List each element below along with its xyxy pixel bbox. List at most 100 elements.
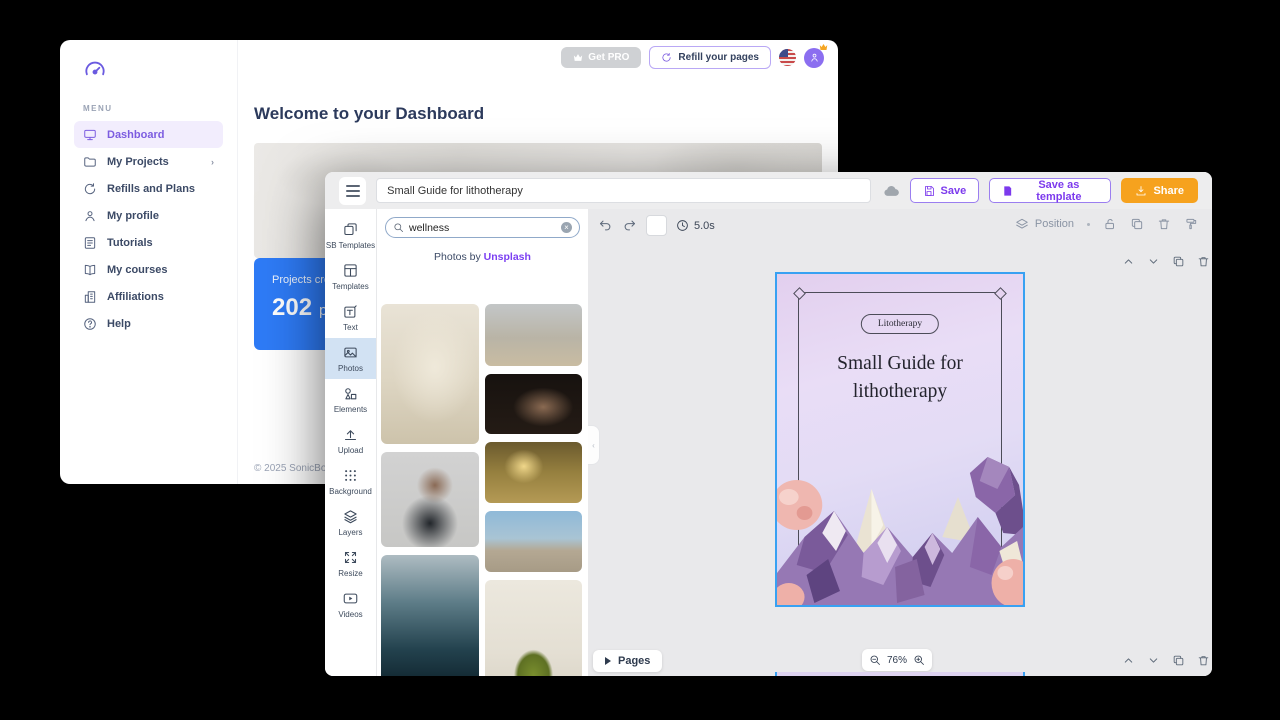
rail-item-videos[interactable]: Videos [325, 584, 376, 625]
sidebar-item-help[interactable]: Help [74, 310, 223, 337]
photos-icon [343, 345, 358, 360]
photos-attribution: Photos by Unsplash [377, 251, 588, 263]
duplicate-icon[interactable] [1130, 217, 1144, 231]
editor-canvas: 5.0s Position [588, 209, 1212, 676]
elements-icon [343, 386, 358, 401]
play-icon [605, 657, 611, 665]
delete-page-icon[interactable] [1197, 654, 1210, 667]
editor-window: Save Save as template Share SB Templates [325, 172, 1212, 676]
unsplash-link[interactable]: Unsplash [484, 251, 531, 263]
text-icon [343, 304, 358, 319]
cloud-sync-icon [883, 184, 900, 197]
photo-results-grid [381, 304, 584, 676]
divider-dot [1087, 223, 1090, 226]
move-page-down-icon[interactable] [1147, 654, 1160, 667]
sidebar-item-refills-and-plans[interactable]: Refills and Plans [74, 175, 223, 202]
redo-icon[interactable] [622, 218, 637, 233]
sidebar-item-tutorials[interactable]: Tutorials [74, 229, 223, 256]
screen: MENU Dashboard My Projects › Refills and… [0, 0, 1280, 720]
share-button[interactable]: Share [1121, 178, 1198, 203]
undo-icon[interactable] [598, 218, 613, 233]
save-as-template-button[interactable]: Save as template [989, 178, 1111, 203]
duplicate-page-icon[interactable] [1172, 654, 1185, 667]
page-duration[interactable]: 5.0s [676, 219, 715, 232]
sidebar-item-my-projects[interactable]: My Projects › [74, 148, 223, 175]
photo-search-box: × [385, 217, 580, 238]
rail-item-templates[interactable]: Templates [325, 256, 376, 297]
rail-item-upload[interactable]: Upload [325, 420, 376, 461]
crystals-illustration [777, 455, 1023, 605]
template-icon [1002, 185, 1013, 197]
rail-item-text[interactable]: Text [325, 297, 376, 338]
photo-thumbnail[interactable] [381, 452, 479, 547]
sidebar-item-dashboard[interactable]: Dashboard [74, 121, 223, 148]
background-dots-icon [343, 468, 358, 483]
floppy-save-icon [923, 185, 935, 197]
download-share-icon [1135, 185, 1147, 197]
document-icon [83, 236, 97, 250]
rail-item-sb-templates[interactable]: SB Templates [325, 215, 376, 256]
editor-left-rail: SB Templates Templates Text Photos Eleme… [325, 209, 377, 676]
design-badge[interactable]: Litotherapy [861, 314, 939, 334]
move-page-down-icon[interactable] [1147, 255, 1160, 268]
next-page-preview[interactable] [775, 672, 1025, 676]
page-controls-top [1122, 255, 1212, 268]
photo-thumbnail[interactable] [485, 442, 582, 503]
sidebar-item-affiliations[interactable]: Affiliations [74, 283, 223, 310]
app-logo-icon [82, 58, 108, 84]
dashboard-sidebar: MENU Dashboard My Projects › Refills and… [60, 40, 238, 484]
photo-thumbnail[interactable] [381, 304, 479, 444]
page-title: Welcome to your Dashboard [254, 104, 838, 124]
person-icon [83, 209, 97, 223]
delete-page-icon[interactable] [1197, 255, 1210, 268]
design-title-text[interactable]: Small Guide for lithotherapy [810, 350, 990, 407]
help-icon [83, 317, 97, 331]
zoom-level: 76% [887, 655, 907, 666]
move-page-up-icon[interactable] [1122, 654, 1135, 667]
sidebar-item-my-courses[interactable]: My courses [74, 256, 223, 283]
save-button[interactable]: Save [910, 178, 980, 203]
templates-icon [343, 263, 358, 278]
trash-icon[interactable] [1157, 217, 1171, 231]
clear-search-icon[interactable]: × [561, 222, 572, 233]
photo-thumbnail[interactable] [485, 580, 582, 676]
project-title-input[interactable] [376, 178, 870, 203]
upload-icon [343, 427, 358, 442]
sb-templates-icon [343, 222, 358, 237]
menu-section-label: MENU [83, 104, 223, 113]
photo-thumbnail[interactable] [485, 511, 582, 572]
format-painter-icon[interactable] [1184, 217, 1198, 231]
photo-thumbnail[interactable] [485, 304, 582, 366]
zoom-controls: 76% [862, 649, 932, 671]
move-page-up-icon[interactable] [1122, 255, 1135, 268]
videos-icon [343, 591, 358, 606]
zoom-out-icon[interactable] [869, 654, 881, 666]
rail-item-resize[interactable]: Resize [325, 543, 376, 584]
rail-item-photos[interactable]: Photos [325, 338, 376, 379]
panel-collapse-handle[interactable]: ‹ [588, 425, 600, 465]
layers-icon [343, 509, 358, 524]
pages-button[interactable]: Pages [593, 650, 662, 672]
page-color-swatch[interactable] [646, 215, 667, 236]
zoom-in-icon[interactable] [913, 654, 925, 666]
page-controls-bottom [1122, 654, 1212, 667]
folder-icon [83, 155, 97, 169]
rail-item-elements[interactable]: Elements [325, 379, 376, 420]
chevron-right-icon: › [211, 157, 214, 167]
unlock-icon[interactable] [1103, 217, 1117, 231]
hamburger-menu-button[interactable] [339, 177, 366, 205]
projects-count: 202 [272, 294, 312, 322]
position-button[interactable]: Position [1015, 217, 1074, 231]
book-icon [83, 263, 97, 277]
rail-item-layers[interactable]: Layers [325, 502, 376, 543]
layers-icon [1015, 217, 1029, 231]
design-page[interactable]: Litotherapy Small Guide for lithotherapy [775, 272, 1025, 607]
photo-thumbnail[interactable] [485, 374, 582, 434]
duplicate-page-icon[interactable] [1172, 255, 1185, 268]
rail-item-background[interactable]: Background [325, 461, 376, 502]
editor-topbar: Save Save as template Share [325, 172, 1212, 209]
photos-panel: × Photos by Unsplash [377, 209, 588, 676]
photo-thumbnail[interactable] [381, 555, 479, 676]
sidebar-item-my-profile[interactable]: My profile [74, 202, 223, 229]
photo-search-input[interactable] [409, 222, 556, 234]
